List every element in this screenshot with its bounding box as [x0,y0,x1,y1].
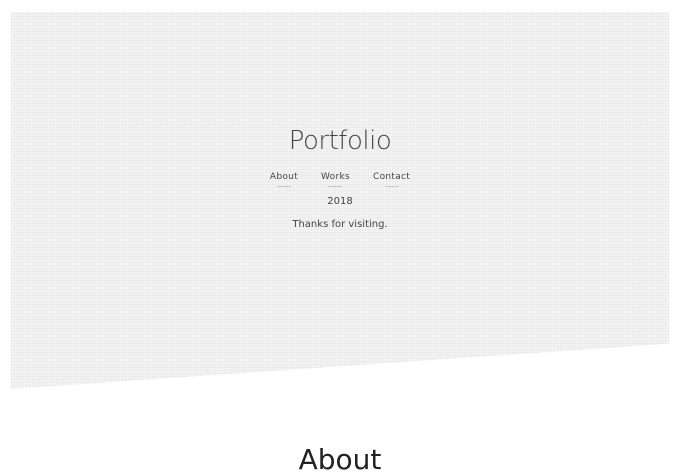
page: Portfolio About Works Contact 2018 Thank… [0,0,680,476]
year-text: 2018 [327,196,353,207]
about-heading: About [298,443,382,476]
site-title: Portfolio [288,126,392,156]
nav-link-contact[interactable]: Contact [373,172,410,187]
nav-link-works[interactable]: Works [321,172,350,187]
thanks-message: Thanks for visiting. [292,219,388,230]
main-nav: About Works Contact [0,172,680,187]
nav-link-about[interactable]: About [270,172,298,187]
